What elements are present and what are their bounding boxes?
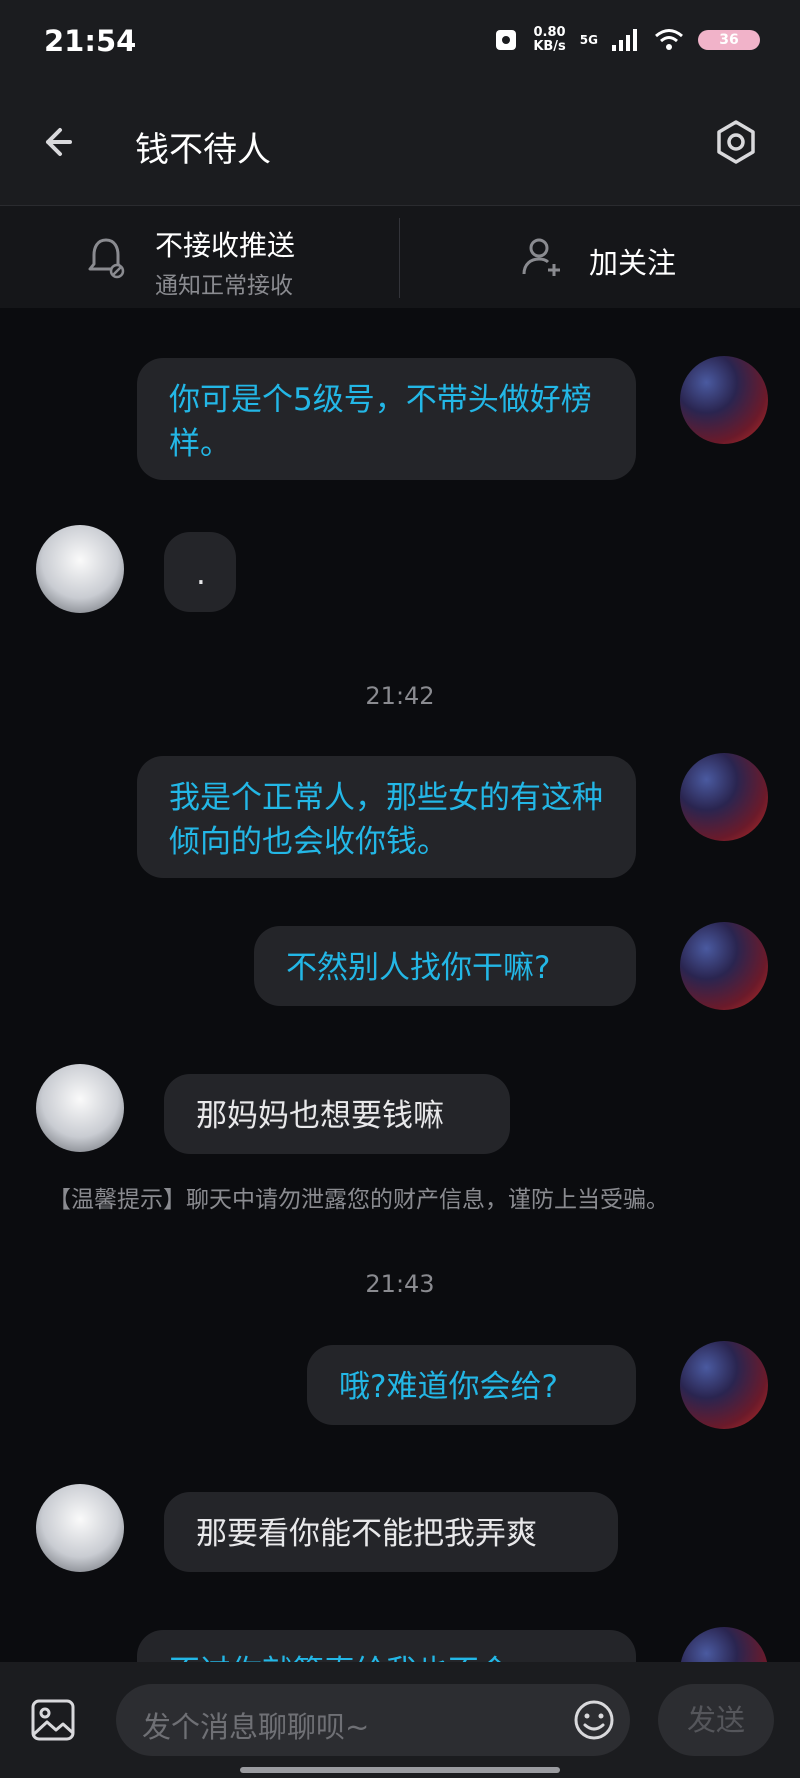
notification-bar: 不接收推送 通知正常接收 加关注 <box>0 206 800 308</box>
push-subtitle: 通知正常接收 <box>155 273 293 299</box>
add-user-icon <box>522 238 560 276</box>
battery-indicator: 36 <box>698 30 760 50</box>
follow-label: 加关注 <box>589 246 677 280</box>
chat-header: 钱不待人 <box>0 90 800 206</box>
self-avatar[interactable] <box>680 922 768 1010</box>
push-setting-toggle[interactable]: 不接收推送 通知正常接收 <box>0 206 400 308</box>
home-indicator <box>240 1767 560 1773</box>
safety-notice: 【温馨提示】聊天中请勿泄露您的财产信息，谨防上当受骗。 <box>48 1187 669 1213</box>
other-avatar[interactable] <box>36 525 124 613</box>
message-bubble-self: 我是个正常人，那些女的有这种倾向的也会收你钱。 <box>137 756 636 878</box>
signal-label: 5G <box>579 33 598 47</box>
wifi-icon <box>655 29 683 50</box>
back-arrow-icon[interactable] <box>40 120 84 164</box>
status-time: 21:54 <box>44 24 137 58</box>
net-speed: 0.80 KB/s <box>533 25 566 54</box>
message-input-placeholder: 发个消息聊聊呗~ <box>142 1710 370 1744</box>
nfc-icon <box>496 30 517 50</box>
message-bubble-self: 不然别人找你干嘛? <box>254 926 636 1006</box>
self-avatar[interactable] <box>680 1341 768 1429</box>
self-avatar[interactable] <box>680 753 768 841</box>
send-button[interactable]: 发送 <box>658 1684 774 1756</box>
chat-title: 钱不待人 <box>135 130 271 170</box>
message-bubble-other: 那要看你能不能把我弄爽 <box>164 1492 618 1572</box>
other-avatar[interactable] <box>36 1484 124 1572</box>
image-picker-icon[interactable] <box>30 1698 76 1742</box>
message-bubble-self: 你可是个5级号，不带头做好榜样。 <box>137 358 636 480</box>
message-bubble-self: 哦?难道你会给? <box>307 1345 636 1425</box>
message-timestamp: 21:43 <box>365 1270 435 1298</box>
message-input[interactable]: 发个消息聊聊呗~ <box>116 1684 630 1756</box>
other-avatar[interactable] <box>36 1064 124 1152</box>
emoji-icon[interactable] <box>572 1698 616 1742</box>
signal-icon <box>612 29 637 51</box>
notify-divider <box>399 218 400 298</box>
message-bubble-other: . <box>164 532 236 612</box>
self-avatar[interactable] <box>680 356 768 444</box>
status-icons: 0.80 KB/s 5G 36 <box>493 26 760 54</box>
message-bubble-other: 那妈妈也想要钱嘛 <box>164 1074 510 1154</box>
push-title: 不接收推送 <box>155 229 296 262</box>
message-timestamp: 21:42 <box>365 682 435 710</box>
bell-muted-icon <box>88 238 125 279</box>
settings-icon[interactable] <box>712 118 760 166</box>
input-bar: 发个消息聊聊呗~ 发送 <box>0 1662 800 1778</box>
status-bar: 21:54 0.80 KB/s 5G 36 <box>0 0 800 90</box>
follow-button[interactable]: 加关注 <box>401 206 800 308</box>
